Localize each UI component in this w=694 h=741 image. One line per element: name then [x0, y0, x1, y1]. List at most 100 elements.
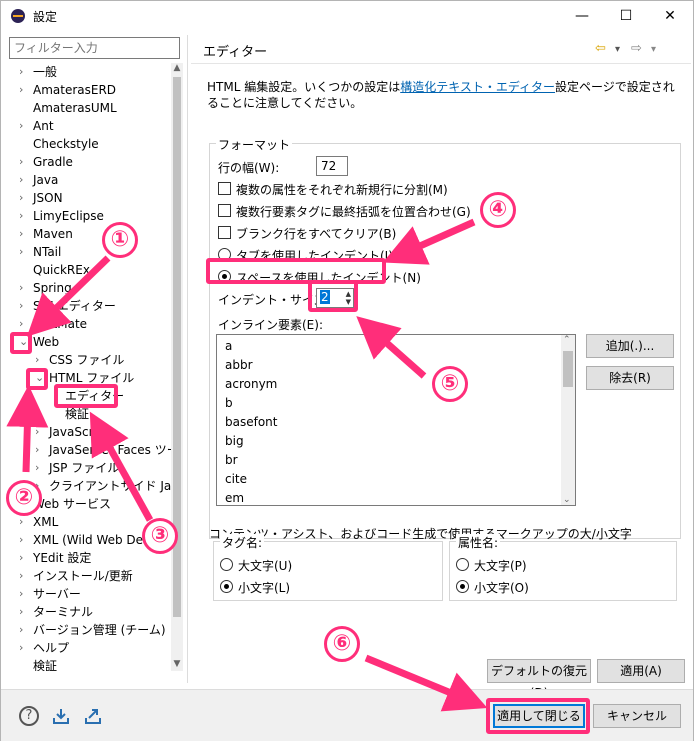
list-scroll-up-icon[interactable]: ⌃ — [563, 335, 571, 345]
inline-list-scrollbar[interactable]: ⌃ ⌄ — [561, 335, 575, 505]
chevron-right-icon[interactable]: › — [19, 549, 29, 567]
indent-size-spinner[interactable]: 2 ▲ ▼ — [316, 288, 354, 308]
chevron-right-icon[interactable]: › — [35, 423, 45, 441]
list-item[interactable]: b — [225, 394, 233, 413]
tree-item[interactable]: 検証 — [9, 405, 169, 423]
indent-space-radio[interactable] — [218, 270, 231, 283]
tree-item[interactable]: › TextMate — [9, 315, 169, 333]
close-button[interactable]: ✕ — [655, 5, 685, 27]
chevron-right-icon[interactable]: › — [19, 621, 29, 639]
tree-item[interactable]: › NTail — [9, 243, 169, 261]
minimize-button[interactable]: — — [567, 5, 597, 27]
tag-upper-radio[interactable] — [220, 558, 233, 571]
split-attributes-checkbox[interactable] — [218, 182, 231, 195]
chevron-right-icon[interactable]: › — [19, 117, 29, 135]
tree-item[interactable]: › LimyEclipse — [9, 207, 169, 225]
tree-item[interactable]: ⌄ HTML ファイル — [9, 369, 169, 387]
attr-upper-radio[interactable] — [456, 558, 469, 571]
apply-and-close-button[interactable]: 適用して閉じる — [493, 704, 585, 728]
chevron-down-icon[interactable]: ⌄ — [35, 369, 45, 387]
tree-item[interactable]: AmaterasUML — [9, 99, 169, 117]
chevron-right-icon[interactable]: › — [35, 351, 45, 369]
tree-item[interactable]: ⌄ Web — [9, 333, 169, 351]
chevron-right-icon[interactable]: › — [19, 297, 29, 315]
tree-item[interactable]: 検証 — [9, 657, 169, 671]
back-arrow-icon[interactable]: ⇦ — [595, 41, 606, 56]
tree-item[interactable]: › ターミナル — [9, 603, 169, 621]
tree-item[interactable]: › サーバー — [9, 585, 169, 603]
forward-arrow-icon[interactable]: ⇨ — [631, 41, 642, 56]
tree-item[interactable]: › AmaterasERD — [9, 81, 169, 99]
list-item[interactable]: acronym — [225, 375, 277, 394]
tree-item[interactable]: › Spring — [9, 279, 169, 297]
tree-item[interactable]: › Ant — [9, 117, 169, 135]
tree-item[interactable]: › JSON — [9, 189, 169, 207]
scroll-up-icon[interactable]: ▲ — [171, 63, 183, 75]
tree-item[interactable]: › YEdit 設定 — [9, 549, 169, 567]
structured-editor-link[interactable]: 構造化テキスト・エディター — [400, 80, 555, 94]
chevron-right-icon[interactable]: › — [19, 63, 29, 81]
chevron-right-icon[interactable]: › — [19, 225, 29, 243]
inline-list-scroll-thumb[interactable] — [563, 351, 573, 387]
back-menu-icon[interactable]: ▾ — [615, 44, 620, 55]
tree-scrollbar[interactable]: ▲ ▼ — [171, 63, 183, 671]
tree-item[interactable]: › CSS ファイル — [9, 351, 169, 369]
chevron-right-icon[interactable]: › — [35, 459, 45, 477]
list-item[interactable]: abbr — [225, 356, 253, 375]
tag-lower-radio[interactable] — [220, 580, 233, 593]
align-bracket-checkbox[interactable] — [218, 204, 231, 217]
chevron-right-icon[interactable]: › — [19, 639, 29, 657]
tree-item[interactable]: › JSP ファイル — [9, 459, 169, 477]
chevron-right-icon[interactable]: › — [19, 567, 29, 585]
list-item[interactable]: big — [225, 432, 244, 451]
chevron-down-icon[interactable]: ⌄ — [19, 333, 29, 351]
apply-button[interactable]: 適用(A) — [597, 659, 685, 683]
list-item[interactable]: br — [225, 451, 238, 470]
panel-divider[interactable] — [187, 35, 188, 683]
clear-blank-lines-checkbox[interactable] — [218, 226, 231, 239]
chevron-right-icon[interactable]: › — [19, 585, 29, 603]
cancel-button[interactable]: キャンセル — [593, 704, 681, 728]
inline-elements-list[interactable]: ⌃ ⌄ a abbr acronym b basefont big br cite em — [216, 334, 576, 506]
list-item[interactable]: basefont — [225, 413, 277, 432]
tree-item[interactable]: › JavaServer Faces ツール — [9, 441, 181, 459]
help-icon[interactable]: ? — [19, 706, 39, 726]
indent-tab-radio[interactable] — [218, 248, 231, 261]
chevron-right-icon[interactable]: › — [19, 243, 29, 261]
scroll-down-icon[interactable]: ▼ — [171, 659, 183, 671]
filter-input[interactable] — [9, 37, 180, 59]
chevron-right-icon[interactable]: › — [19, 189, 29, 207]
forward-menu-icon[interactable]: ▾ — [651, 44, 656, 55]
add-element-button[interactable]: 追加(.)... — [586, 334, 674, 358]
tree-item[interactable]: › JavaScript — [9, 423, 169, 441]
remove-element-button[interactable]: 除去(R) — [586, 366, 674, 390]
list-item[interactable]: em — [225, 489, 244, 505]
chevron-right-icon[interactable]: › — [19, 279, 29, 297]
restore-defaults-button[interactable]: デフォルトの復元(D) — [487, 659, 591, 700]
chevron-right-icon[interactable]: › — [19, 531, 29, 549]
list-item[interactable]: a — [225, 337, 232, 356]
export-icon[interactable] — [83, 706, 103, 726]
chevron-right-icon[interactable]: › — [19, 207, 29, 225]
spinner-arrows-icon[interactable]: ▲ ▼ — [346, 290, 351, 306]
attr-lower-radio[interactable] — [456, 580, 469, 593]
list-item[interactable]: cite — [225, 470, 247, 489]
tree-item[interactable]: › Maven — [9, 225, 169, 243]
import-icon[interactable] — [51, 706, 71, 726]
chevron-right-icon[interactable]: › — [35, 441, 45, 459]
tree-item[interactable]: › バージョン管理 (チーム) — [9, 621, 169, 639]
tree-item[interactable]: Checkstyle — [9, 135, 169, 153]
chevron-right-icon[interactable]: › — [19, 315, 29, 333]
chevron-right-icon[interactable]: › — [19, 603, 29, 621]
list-scroll-down-icon[interactable]: ⌄ — [563, 495, 571, 505]
tree-item[interactable]: エディター — [9, 387, 169, 405]
tree-item[interactable]: › ヘルプ — [9, 639, 169, 657]
tree-item[interactable]: › Gradle — [9, 153, 169, 171]
chevron-right-icon[interactable]: › — [19, 81, 29, 99]
maximize-button[interactable]: ☐ — [611, 5, 641, 27]
tree-item[interactable]: QuickREx — [9, 261, 169, 279]
tree-item[interactable]: › Java — [9, 171, 169, 189]
tree-item[interactable]: › インストール/更新 — [9, 567, 169, 585]
chevron-right-icon[interactable]: › — [19, 153, 29, 171]
chevron-right-icon[interactable]: › — [19, 171, 29, 189]
